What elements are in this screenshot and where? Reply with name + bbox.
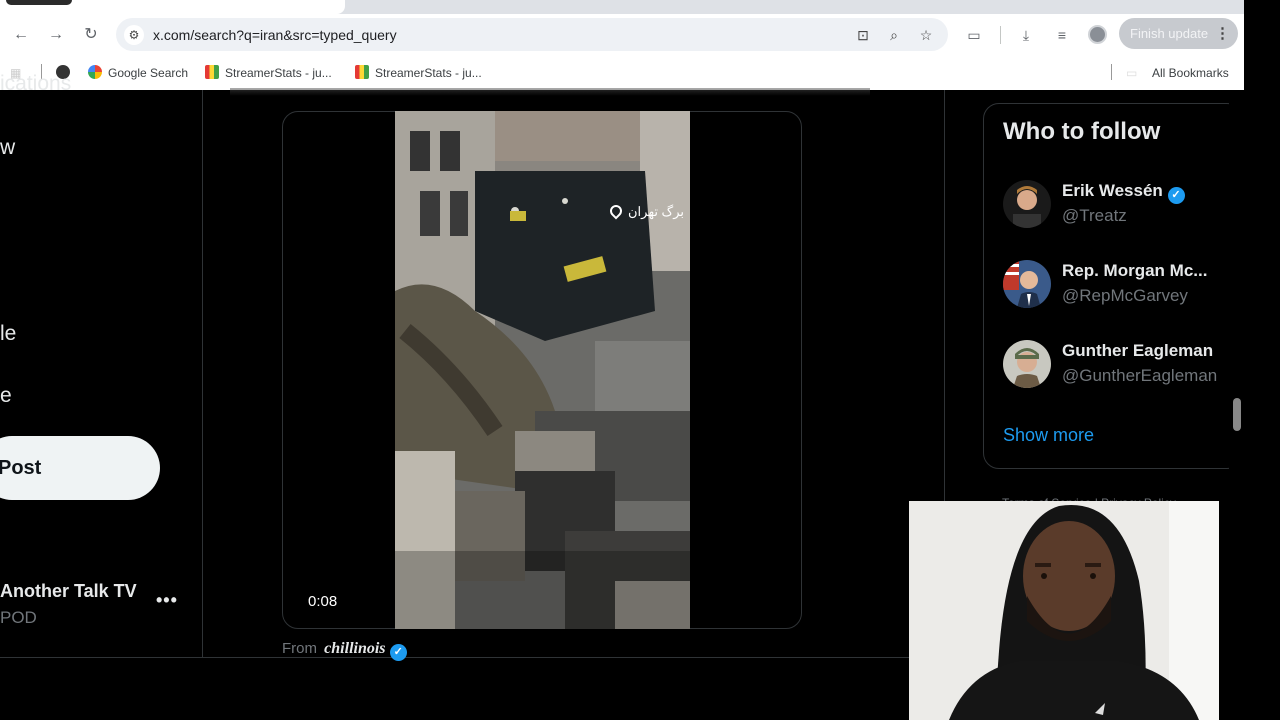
account-handle: POD — [0, 608, 37, 627]
address-bar[interactable]: ⚙ x.com/search?q=iran&src=typed_query ⊡ … — [116, 18, 948, 51]
tab-search-icon[interactable]: ▭ — [964, 25, 984, 45]
webcam-image — [909, 501, 1219, 720]
account-name[interactable]: Another Talk TV — [0, 581, 137, 602]
show-more-link[interactable]: Show more — [1003, 425, 1094, 446]
google-icon — [88, 65, 102, 79]
media-controls-icon[interactable]: ≡ — [1052, 25, 1072, 45]
zoom-icon[interactable]: ⌕ — [885, 26, 903, 44]
avatar[interactable] — [1003, 260, 1051, 308]
avatar[interactable] — [1003, 180, 1051, 228]
left-sidebar — [0, 90, 203, 658]
scrollbar-thumb[interactable] — [1233, 398, 1241, 431]
video-still — [395, 111, 690, 629]
suggestion-name-text: Erik Wessén — [1062, 181, 1163, 200]
streamerstats-icon — [205, 65, 219, 79]
account-more-icon[interactable]: ••• — [156, 590, 178, 611]
bookmark-streamerstats-2[interactable]: StreamerStats - ju... — [355, 63, 482, 83]
avatar-image — [1003, 260, 1051, 308]
folder-icon[interactable]: ▭ — [1126, 63, 1137, 83]
downloads-icon[interactable]: ⤓ — [1016, 25, 1036, 45]
suggestion-name[interactable]: Rep. Morgan Mc... — [1062, 261, 1232, 281]
verified-badge-icon: ✓ — [389, 644, 407, 661]
suggestion-handle: @GuntherEagleman — [1062, 366, 1218, 385]
bookmark-google-search[interactable]: Google Search — [88, 63, 188, 83]
post-button[interactable]: Post — [0, 436, 160, 500]
who-to-follow-title: Who to follow — [1003, 118, 1161, 145]
toolbar-divider — [1000, 26, 1001, 44]
verified-badge-icon: ✓ — [1167, 187, 1185, 204]
suggestion-handle: @Treatz — [1062, 206, 1127, 225]
finish-update-label: Finish update — [1130, 26, 1209, 41]
bookmark-streamerstats-1[interactable]: StreamerStats - ju... — [205, 63, 332, 83]
video-frame[interactable] — [395, 111, 690, 629]
menu-kebab-icon[interactable]: ⋮ — [1215, 18, 1230, 49]
location-tag-text: برگ تهران — [628, 204, 684, 219]
video-timestamp: 0:08 — [308, 593, 338, 610]
url-text[interactable]: x.com/search?q=iran&src=typed_query — [153, 27, 397, 43]
suggestion-name[interactable]: Erik Wessén ✓ — [1062, 181, 1232, 204]
avatar-image — [1003, 340, 1051, 388]
install-app-icon[interactable]: ⊡ — [854, 26, 872, 44]
profile-avatar[interactable] — [1088, 25, 1107, 44]
location-tag: برگ تهران — [606, 201, 691, 223]
location-pin-icon — [607, 202, 625, 220]
bookmark-label: Google Search — [108, 66, 189, 80]
webcam-edge — [1219, 501, 1244, 659]
tab-strip — [0, 0, 1244, 14]
screen: ← → ↻ ⚙ x.com/search?q=iran&src=typed_qu… — [0, 0, 1280, 720]
streamerstats-icon — [355, 65, 369, 79]
webcam-overlay — [909, 501, 1219, 720]
forward-icon[interactable]: → — [45, 24, 67, 46]
source-account-link[interactable]: chillinois — [324, 640, 385, 657]
suggestion-name[interactable]: Gunther Eagleman — [1062, 341, 1232, 361]
bookmark-star-icon[interactable]: ☆ — [917, 26, 935, 44]
nav-item-profile[interactable]: le — [0, 322, 16, 346]
follow-suggestion[interactable]: Rep. Morgan Mc... @RepMcGarvey — [1003, 260, 1243, 312]
bookmark-label: StreamerStats - ju... — [375, 66, 482, 80]
browser-toolbar: ← → ↻ ⚙ x.com/search?q=iran&src=typed_qu… — [0, 14, 1244, 56]
back-icon[interactable]: ← — [10, 24, 32, 46]
nav-item-more[interactable]: e — [0, 384, 12, 408]
nav-item-grok[interactable]: w — [0, 136, 15, 160]
from-label: From — [282, 640, 317, 657]
suggestion-handle: @RepMcGarvey — [1062, 286, 1188, 305]
follow-suggestion[interactable]: Erik Wessén ✓ @Treatz — [1003, 180, 1243, 232]
video-source-attribution: From chillinois ✓ — [282, 640, 407, 661]
bookmark-divider — [1111, 64, 1112, 80]
cut-off-text-row — [230, 88, 870, 96]
avatar-image — [1003, 180, 1051, 228]
bookmark-label: StreamerStats - ju... — [225, 66, 332, 80]
all-bookmarks-button[interactable]: All Bookmarks — [1152, 63, 1229, 83]
bookmarks-bar: ▦ Google Search StreamerStats - ju... St… — [0, 56, 1244, 90]
site-settings-icon[interactable]: ⚙ — [124, 25, 144, 45]
follow-suggestion[interactable]: Gunther Eagleman @GuntherEagleman — [1003, 340, 1243, 392]
finish-update-button[interactable]: Finish update ⋮ — [1119, 18, 1238, 49]
nav-item-notifications[interactable]: ications — [0, 72, 71, 96]
reload-icon[interactable]: ↻ — [80, 24, 102, 46]
avatar[interactable] — [1003, 340, 1051, 388]
tab-handle[interactable] — [6, 0, 72, 5]
